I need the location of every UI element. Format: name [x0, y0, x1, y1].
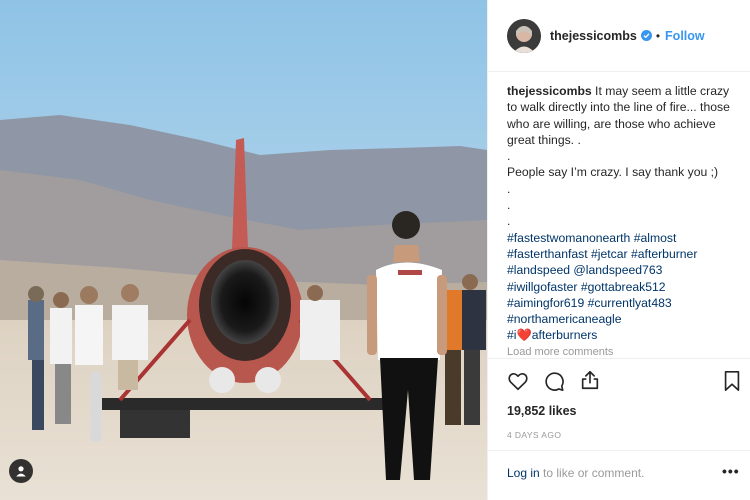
- post-caption: thejessicombs It may seem a little crazy…: [507, 83, 739, 355]
- post-timestamp: 4 DAYS AGO: [507, 430, 562, 440]
- hashtag-line: #northamericaneagle: [507, 311, 739, 327]
- hashtag-link[interactable]: #landspeed: [507, 263, 570, 277]
- more-options-button[interactable]: •••: [722, 463, 740, 479]
- caption-first-line: thejessicombs It may seem a little crazy…: [507, 83, 739, 148]
- post-photo[interactable]: [0, 0, 487, 500]
- heart-icon[interactable]: [507, 370, 529, 392]
- red-heart-emoji-icon: ❤️: [516, 328, 532, 343]
- hashtag-line: #landspeed @landspeed763: [507, 262, 739, 278]
- hashtag-link[interactable]: #gottabreak512: [581, 280, 666, 294]
- post-header: thejessicombs • Follow: [488, 0, 750, 72]
- user-profile-icon[interactable]: [9, 459, 33, 483]
- hashtag-link[interactable]: #jetcar: [591, 247, 628, 261]
- hashtag-link[interactable]: #fasterthanfast: [507, 247, 588, 261]
- load-more-comments[interactable]: Load more comments: [507, 346, 613, 358]
- caption-line: .: [507, 149, 511, 164]
- caption-line: People say I’m crazy. I say thank you ;): [507, 165, 719, 180]
- bookmark-icon[interactable]: [722, 370, 742, 392]
- caption-username[interactable]: thejessicombs: [507, 84, 592, 98]
- hashtag-link[interactable]: #i❤️afterburners: [507, 328, 597, 342]
- hashtag-line: #i❤️afterburners: [507, 327, 739, 343]
- comment-bubble-icon[interactable]: [543, 370, 565, 392]
- hashtag-link[interactable]: #northamericaneagle: [507, 312, 622, 326]
- hashtag-line: #aimingfor619 #currentlyat483: [507, 295, 739, 311]
- login-prompt-text: to like or comment.: [539, 466, 645, 480]
- login-link[interactable]: Log in: [507, 466, 540, 480]
- hashtag-line: #iwillgofaster #gottabreak512: [507, 279, 739, 295]
- likes-count[interactable]: 19,852 likes: [507, 404, 577, 418]
- comment-bar: Log in to like or comment. •••: [488, 450, 750, 500]
- header-separator: •: [655, 28, 661, 43]
- hashtag-link[interactable]: #afterburner: [631, 247, 697, 261]
- hashtag-link[interactable]: #aimingfor619: [507, 296, 584, 310]
- caption-line: .: [507, 198, 511, 213]
- post-username[interactable]: thejessicombs: [550, 29, 637, 43]
- hashtag-link[interactable]: #iwillgofaster: [507, 280, 577, 294]
- hashtag-prefix: #i: [507, 328, 517, 343]
- avatar[interactable]: [507, 18, 541, 53]
- login-prompt: Log in to like or comment.: [507, 466, 644, 480]
- hashtag-line: #fasterthanfast #jetcar #afterburner: [507, 246, 739, 262]
- verified-badge-icon: [640, 30, 652, 41]
- mention-link[interactable]: @landspeed763: [573, 263, 662, 277]
- hashtag-link[interactable]: #fastestwomanonearth: [507, 231, 630, 245]
- hashtag-link[interactable]: #almost: [634, 231, 677, 245]
- share-icon[interactable]: [579, 369, 601, 391]
- caption-line: .: [507, 181, 511, 196]
- post-side-panel: thejessicombs • Follow thejessicombs It …: [487, 0, 750, 500]
- hashtag-link[interactable]: #currentlyat483: [588, 296, 672, 310]
- caption-line: .: [507, 214, 511, 229]
- jet-car-photo-image: [0, 0, 487, 500]
- follow-button[interactable]: Follow: [665, 29, 705, 43]
- post-actions: 19,852 likes 4 DAYS AGO Log in to like o…: [488, 358, 750, 500]
- hashtag-line: #fastestwomanonearth #almost: [507, 230, 739, 246]
- hashtag-suffix: afterburners: [531, 328, 598, 343]
